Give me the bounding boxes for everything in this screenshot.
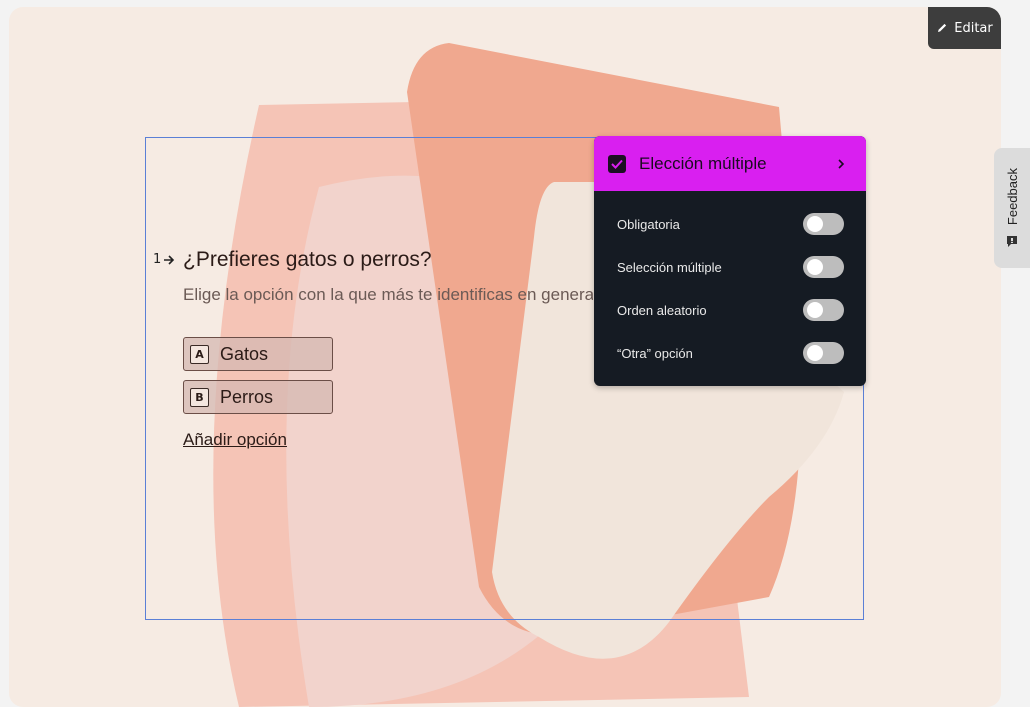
question-type-title: Elección múltiple bbox=[639, 153, 767, 173]
edit-button[interactable]: Editar bbox=[928, 7, 1001, 49]
question-number-text: 1 bbox=[153, 252, 162, 267]
choice-option-a[interactable]: A Gatos bbox=[183, 337, 333, 371]
arrow-right-icon bbox=[164, 254, 175, 265]
choice-label-b[interactable]: Perros bbox=[220, 387, 273, 408]
chevron-right-icon bbox=[838, 158, 845, 169]
question-settings-panel: Elección múltiple Obligatoria Selección … bbox=[594, 136, 866, 386]
toggle-multiple-selection[interactable] bbox=[803, 256, 844, 278]
setting-random-order: Orden aleatorio bbox=[594, 295, 866, 325]
toggle-other-option[interactable] bbox=[803, 342, 844, 364]
question-description[interactable]: Elige la opción con la que más te identi… bbox=[183, 285, 593, 305]
feedback-tab[interactable]: Feedback bbox=[994, 148, 1030, 268]
choice-key-a: A bbox=[190, 344, 209, 364]
checkbox-icon bbox=[608, 154, 626, 173]
toggle-random-order[interactable] bbox=[803, 299, 844, 321]
setting-label-multiple-selection: Selección múltiple bbox=[617, 259, 722, 275]
question-title[interactable]: ¿Prefieres gatos o perros? bbox=[183, 248, 432, 272]
setting-label-other-option: “Otra” opción bbox=[617, 345, 693, 361]
choice-label-a[interactable]: Gatos bbox=[220, 344, 268, 365]
pencil-icon bbox=[938, 23, 947, 32]
setting-other-option: “Otra” opción bbox=[594, 338, 866, 368]
toggle-knob bbox=[807, 259, 823, 275]
setting-label-required: Obligatoria bbox=[617, 216, 680, 232]
setting-required: Obligatoria bbox=[594, 209, 866, 239]
feedback-icon bbox=[1007, 236, 1017, 248]
choice-key-b: B bbox=[190, 387, 209, 407]
toggle-required[interactable] bbox=[803, 213, 844, 235]
add-option-link[interactable]: Añadir opción bbox=[183, 430, 287, 450]
toggle-knob bbox=[807, 216, 823, 232]
setting-multiple-selection: Selección múltiple bbox=[594, 252, 866, 282]
feedback-label: Feedback bbox=[1004, 167, 1020, 226]
setting-label-random-order: Orden aleatorio bbox=[617, 302, 707, 318]
choice-option-b[interactable]: B Perros bbox=[183, 380, 333, 414]
toggle-knob bbox=[807, 345, 823, 361]
toggle-knob bbox=[807, 302, 823, 318]
question-type-selector[interactable]: Elección múltiple bbox=[594, 136, 866, 191]
edit-button-label: Editar bbox=[954, 20, 993, 36]
question-number: 1 bbox=[153, 252, 175, 267]
